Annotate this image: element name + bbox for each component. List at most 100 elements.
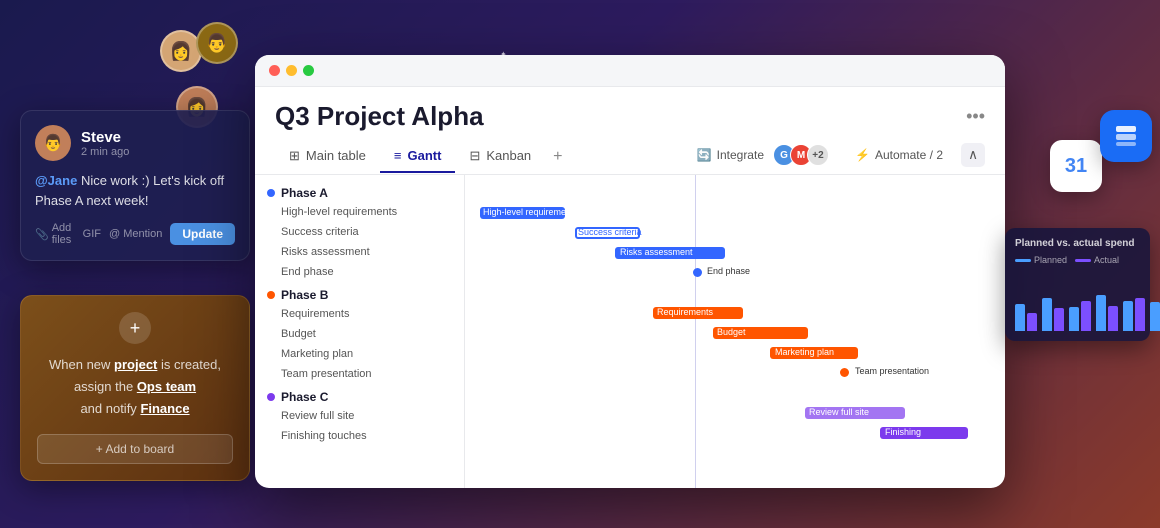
integrate-label: Integrate <box>717 148 764 162</box>
planned-bar-4 <box>1096 295 1106 331</box>
automation-link-ops[interactable]: Ops team <box>137 379 196 394</box>
calendar-number: 31 <box>1065 155 1087 178</box>
stackby-icon <box>1112 122 1140 150</box>
automate-label: Automate / 2 <box>875 148 943 162</box>
sync-icon: 🔄 <box>697 148 712 162</box>
phase-b-group: Phase B Requirements Budget Marketing pl… <box>255 285 464 385</box>
add-files-label: Add files <box>52 222 75 246</box>
task-row: Risks assessment <box>255 243 464 263</box>
integrate-button[interactable]: 🔄 Integrate G M +2 <box>689 140 837 170</box>
chat-user-info: Steve 2 min ago <box>81 129 129 158</box>
bar-sc-label: Success criteria <box>578 227 642 237</box>
update-button[interactable]: Update <box>170 223 235 245</box>
automation-link-project[interactable]: project <box>114 357 157 372</box>
chart-phase-c-header <box>465 383 1005 403</box>
spend-chart-title: Planned vs. actual spend <box>1015 238 1140 249</box>
tab-main-table[interactable]: ⊞ Main table <box>275 142 380 174</box>
chart-row-ep: End phase <box>465 263 1005 283</box>
gantt-labels: Phase A High-level requirements Success … <box>255 175 465 488</box>
gantt-window: Q3 Project Alpha ••• ⊞ Main table ≡ Gant… <box>255 55 1005 488</box>
phase-a-label: Phase A <box>281 186 328 200</box>
paperclip-icon: 📎 <box>35 228 49 241</box>
phase-c-group: Phase C Review full site Finishing touch… <box>255 387 464 447</box>
gantt-toolbar-right: 🔄 Integrate G M +2 ⚡ Automate / 2 ∧ <box>689 140 985 174</box>
add-files-btn[interactable]: 📎 Add files <box>35 222 75 246</box>
task-row: Success criteria <box>255 223 464 243</box>
gantt-icon: ≡ <box>394 148 402 163</box>
chart-phase-a-header <box>465 183 1005 203</box>
gantt-content: Phase A High-level requirements Success … <box>255 175 1005 488</box>
stackby-badge <box>1100 110 1152 162</box>
chat-mention: @Jane <box>35 173 77 188</box>
chart-row-req: Requirements <box>465 303 1005 323</box>
add-to-board-button[interactable]: + Add to board <box>37 434 233 464</box>
task-row: Marketing plan <box>255 345 464 365</box>
tab-gantt[interactable]: ≡ Gantt <box>380 142 456 173</box>
bar-group-4 <box>1096 295 1118 331</box>
avatar-2: 👨 <box>196 22 238 64</box>
close-dot[interactable] <box>269 65 280 76</box>
milestone-ep <box>691 266 704 279</box>
bar-req-label: Requirements <box>657 307 713 317</box>
actual-bar-5 <box>1135 298 1145 331</box>
chart-row-bud: Budget <box>465 323 1005 343</box>
collapse-button[interactable]: ∧ <box>961 143 985 167</box>
bar-tp-label: Team presentation <box>855 366 929 376</box>
lightning-icon: ⚡ <box>855 148 870 162</box>
phase-c-dot <box>267 393 275 401</box>
avatar-stack: G M +2 <box>769 144 829 166</box>
chart-row-rfs: Review full site <box>465 403 1005 423</box>
automation-link-finance[interactable]: Finance <box>140 401 189 416</box>
chart-phase-b-header <box>465 283 1005 303</box>
google-calendar-badge: 31 <box>1050 140 1102 192</box>
window-titlebar <box>255 55 1005 87</box>
phase-a-dot <box>267 189 275 197</box>
mention-btn[interactable]: @ Mention <box>109 228 162 240</box>
add-tab-button[interactable]: + <box>545 142 570 172</box>
task-row: Finishing touches <box>255 427 464 447</box>
planned-bar-6 <box>1150 302 1160 331</box>
milestone-tp <box>838 366 851 379</box>
menu-dots[interactable]: ••• <box>966 106 985 127</box>
legend-planned-label: Planned <box>1034 255 1067 265</box>
table-icon: ⊞ <box>289 148 300 164</box>
legend-actual-color <box>1075 259 1091 262</box>
tab-main-table-label: Main table <box>306 148 366 163</box>
automation-description: When new project is created, assign the … <box>37 354 233 420</box>
chat-toolbar: 📎 Add files GIF @ Mention Update <box>35 222 235 246</box>
minimize-dot[interactable] <box>286 65 297 76</box>
automation-card: + When new project is created, assign th… <box>20 295 250 481</box>
tab-kanban[interactable]: ⊟ Kanban <box>455 142 545 174</box>
actual-bar-3 <box>1081 301 1091 331</box>
phase-a-group: Phase A High-level requirements Success … <box>255 183 464 283</box>
gif-label: GIF <box>83 228 101 240</box>
automate-button[interactable]: ⚡ Automate / 2 <box>847 144 951 166</box>
chart-row-sc: Success criteria <box>465 223 1005 243</box>
gantt-tabs: ⊞ Main table ≡ Gantt ⊟ Kanban + 🔄 Integr… <box>255 132 1005 175</box>
task-row: Budget <box>255 325 464 345</box>
chart-row-mp: Marketing plan <box>465 343 1005 363</box>
maximize-dot[interactable] <box>303 65 314 76</box>
legend-actual-label: Actual <box>1094 255 1119 265</box>
legend-actual: Actual <box>1075 255 1119 265</box>
spend-chart: Planned vs. actual spend Planned Actual <box>1005 228 1150 341</box>
planned-bar-5 <box>1123 301 1133 331</box>
chat-username: Steve <box>81 129 129 146</box>
bar-group-2 <box>1042 298 1064 331</box>
gantt-header: Q3 Project Alpha ••• <box>255 87 1005 132</box>
chart-row-ra: Risks assessment <box>465 243 1005 263</box>
gif-btn[interactable]: GIF <box>83 228 101 240</box>
bar-hlr-label: High-level requirements <box>483 207 578 217</box>
avatar-1: 👩 <box>160 30 202 72</box>
phase-c-header: Phase C <box>255 387 464 407</box>
bar-group-5 <box>1123 298 1145 331</box>
spend-legend: Planned Actual <box>1015 255 1140 265</box>
bar-group-6 <box>1150 302 1160 331</box>
task-row: High-level requirements <box>255 203 464 223</box>
bar-group-3 <box>1069 301 1091 331</box>
task-row: Requirements <box>255 305 464 325</box>
actual-bar-4 <box>1108 306 1118 331</box>
task-row: End phase <box>255 263 464 283</box>
chat-message: @Jane Nice work :) Let's kick off Phase … <box>35 171 235 210</box>
bar-ep-label: End phase <box>707 266 750 276</box>
